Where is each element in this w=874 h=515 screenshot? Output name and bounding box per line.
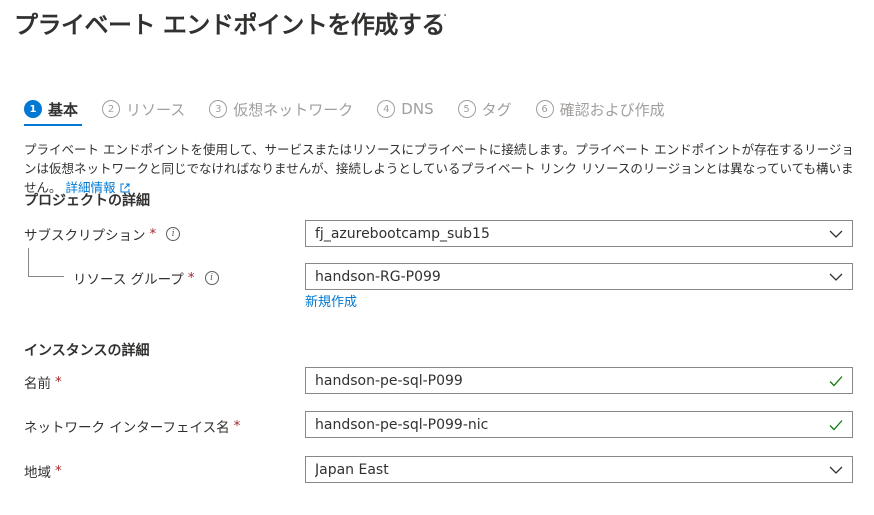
region-value: Japan East xyxy=(315,461,389,478)
subscription-label-text: サブスクリプション xyxy=(24,228,146,244)
tab-review-create[interactable]: 6 確認および作成 xyxy=(535,96,665,122)
check-icon xyxy=(829,419,843,430)
step-number: 5 xyxy=(457,100,476,118)
step-number: 2 xyxy=(102,100,121,118)
project-details-heading: プロジェクトの詳細 xyxy=(24,193,150,209)
subscription-dropdown[interactable]: fj_azurebootcamp_sub15 xyxy=(305,220,853,247)
tab-dns[interactable]: 4 DNS xyxy=(377,96,434,122)
resource-group-value: handson-RG-P099 xyxy=(315,268,441,285)
required-marker: * xyxy=(149,226,157,242)
required-marker: * xyxy=(187,270,195,286)
resource-group-label: リソース グループ * i xyxy=(73,268,219,288)
required-marker: * xyxy=(233,418,241,434)
tree-connector xyxy=(28,276,64,277)
info-icon[interactable]: i xyxy=(204,271,219,285)
step-number: 6 xyxy=(535,100,554,118)
nic-label: ネットワーク インターフェイス名 * xyxy=(24,416,240,436)
chevron-down-icon xyxy=(829,230,843,238)
tab-basics[interactable]: 1 基本 xyxy=(24,96,83,126)
chevron-down-icon xyxy=(829,273,843,281)
name-label-text: 名前 xyxy=(24,376,51,392)
tab-resource[interactable]: 2 リソース xyxy=(102,96,185,122)
description: プライベート エンドポイントを使用して、サービスまたはリソースにプライベートに接… xyxy=(24,140,860,197)
tab-tags[interactable]: 5 タグ xyxy=(457,96,512,122)
name-value: handson-pe-sql-P099 xyxy=(315,372,463,389)
resource-group-label-text: リソース グループ xyxy=(73,272,184,288)
info-icon[interactable]: i xyxy=(166,227,181,241)
subscription-value: fj_azurebootcamp_sub15 xyxy=(315,225,490,242)
instance-details-heading: インスタンスの詳細 xyxy=(24,343,150,359)
step-label: リソース xyxy=(126,100,186,119)
name-input[interactable]: handson-pe-sql-P099 xyxy=(305,367,853,394)
required-marker: * xyxy=(55,374,62,390)
region-label: 地域 * xyxy=(24,461,62,481)
nic-name-input[interactable]: handson-pe-sql-P099-nic xyxy=(305,411,853,438)
check-icon xyxy=(829,375,843,386)
step-label: DNS xyxy=(401,100,434,118)
tree-connector xyxy=(28,248,29,276)
chevron-down-icon xyxy=(829,466,843,474)
subscription-label: サブスクリプション * i xyxy=(24,224,181,244)
name-label: 名前 * xyxy=(24,372,62,392)
page-title: プライベート エンドポイントを作成する xyxy=(14,10,445,39)
resource-group-dropdown[interactable]: handson-RG-P099 xyxy=(305,263,853,290)
description-text: プライベート エンドポイントを使用して、サービスまたはリソースにプライベートに接… xyxy=(24,142,854,195)
create-new-link[interactable]: 新規作成 xyxy=(305,291,357,310)
wizard-steps: 1 基本 2 リソース 3 仮想ネットワーク 4 DNS 5 タグ 6 確認およ… xyxy=(24,96,689,126)
more-options-icon[interactable]: ··· xyxy=(432,8,448,24)
region-dropdown[interactable]: Japan East xyxy=(305,456,853,483)
step-number: 1 xyxy=(24,100,42,118)
nic-value: handson-pe-sql-P099-nic xyxy=(315,416,489,433)
nic-label-text: ネットワーク インターフェイス名 xyxy=(24,420,230,436)
tab-virtual-network[interactable]: 3 仮想ネットワーク xyxy=(209,96,353,122)
step-label: 確認および作成 xyxy=(559,100,665,119)
step-label: 基本 xyxy=(48,100,79,119)
page-header: プライベート エンドポイントを作成する xyxy=(14,2,445,42)
region-label-text: 地域 xyxy=(24,465,51,481)
required-marker: * xyxy=(55,463,62,479)
step-number: 4 xyxy=(377,100,396,118)
step-label: 仮想ネットワーク xyxy=(233,100,354,119)
step-number: 3 xyxy=(209,100,228,118)
step-label: タグ xyxy=(481,100,512,119)
